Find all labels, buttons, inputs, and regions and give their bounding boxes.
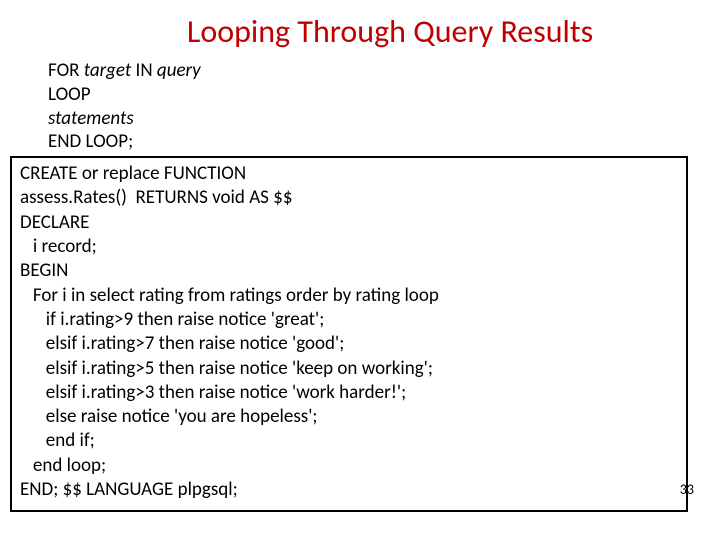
syntax-for: FOR: [48, 59, 84, 82]
code-line: end loop;: [20, 454, 678, 478]
syntax-block: FOR target IN query LOOP statements END …: [0, 59, 720, 154]
page-number: 33: [680, 481, 694, 498]
code-line: elsif i.rating>5 then raise notice 'keep…: [20, 357, 678, 381]
code-line: assess.Rates() RETURNS void AS $$: [20, 186, 678, 210]
syntax-in: IN: [131, 59, 157, 82]
code-line: For i in select rating from ratings orde…: [20, 284, 678, 308]
code-line: CREATE or replace FUNCTION: [20, 162, 678, 186]
code-line: end if;: [20, 429, 678, 453]
code-box: CREATE or replace FUNCTION assess.Rates(…: [10, 156, 688, 512]
code-line: END; $$ LANGUAGE plpgsql;: [20, 478, 678, 502]
syntax-line-2: LOOP: [48, 83, 720, 107]
code-line: else raise notice 'you are hopeless';: [20, 405, 678, 429]
syntax-line-3: statements: [48, 107, 720, 131]
syntax-line-1: FOR target IN query: [48, 59, 720, 83]
syntax-target: target: [84, 59, 132, 82]
code-line: elsif i.rating>3 then raise notice 'work…: [20, 381, 678, 405]
code-line: elsif i.rating>7 then raise notice 'good…: [20, 332, 678, 356]
syntax-line-4: END LOOP;: [48, 130, 720, 154]
code-line: DECLARE: [20, 211, 678, 235]
code-line: i record;: [20, 235, 678, 259]
code-line: if i.rating>9 then raise notice 'great';: [20, 308, 678, 332]
slide-title: Looping Through Query Results: [60, 0, 720, 59]
code-line: BEGIN: [20, 259, 678, 283]
syntax-query: query: [157, 59, 201, 82]
